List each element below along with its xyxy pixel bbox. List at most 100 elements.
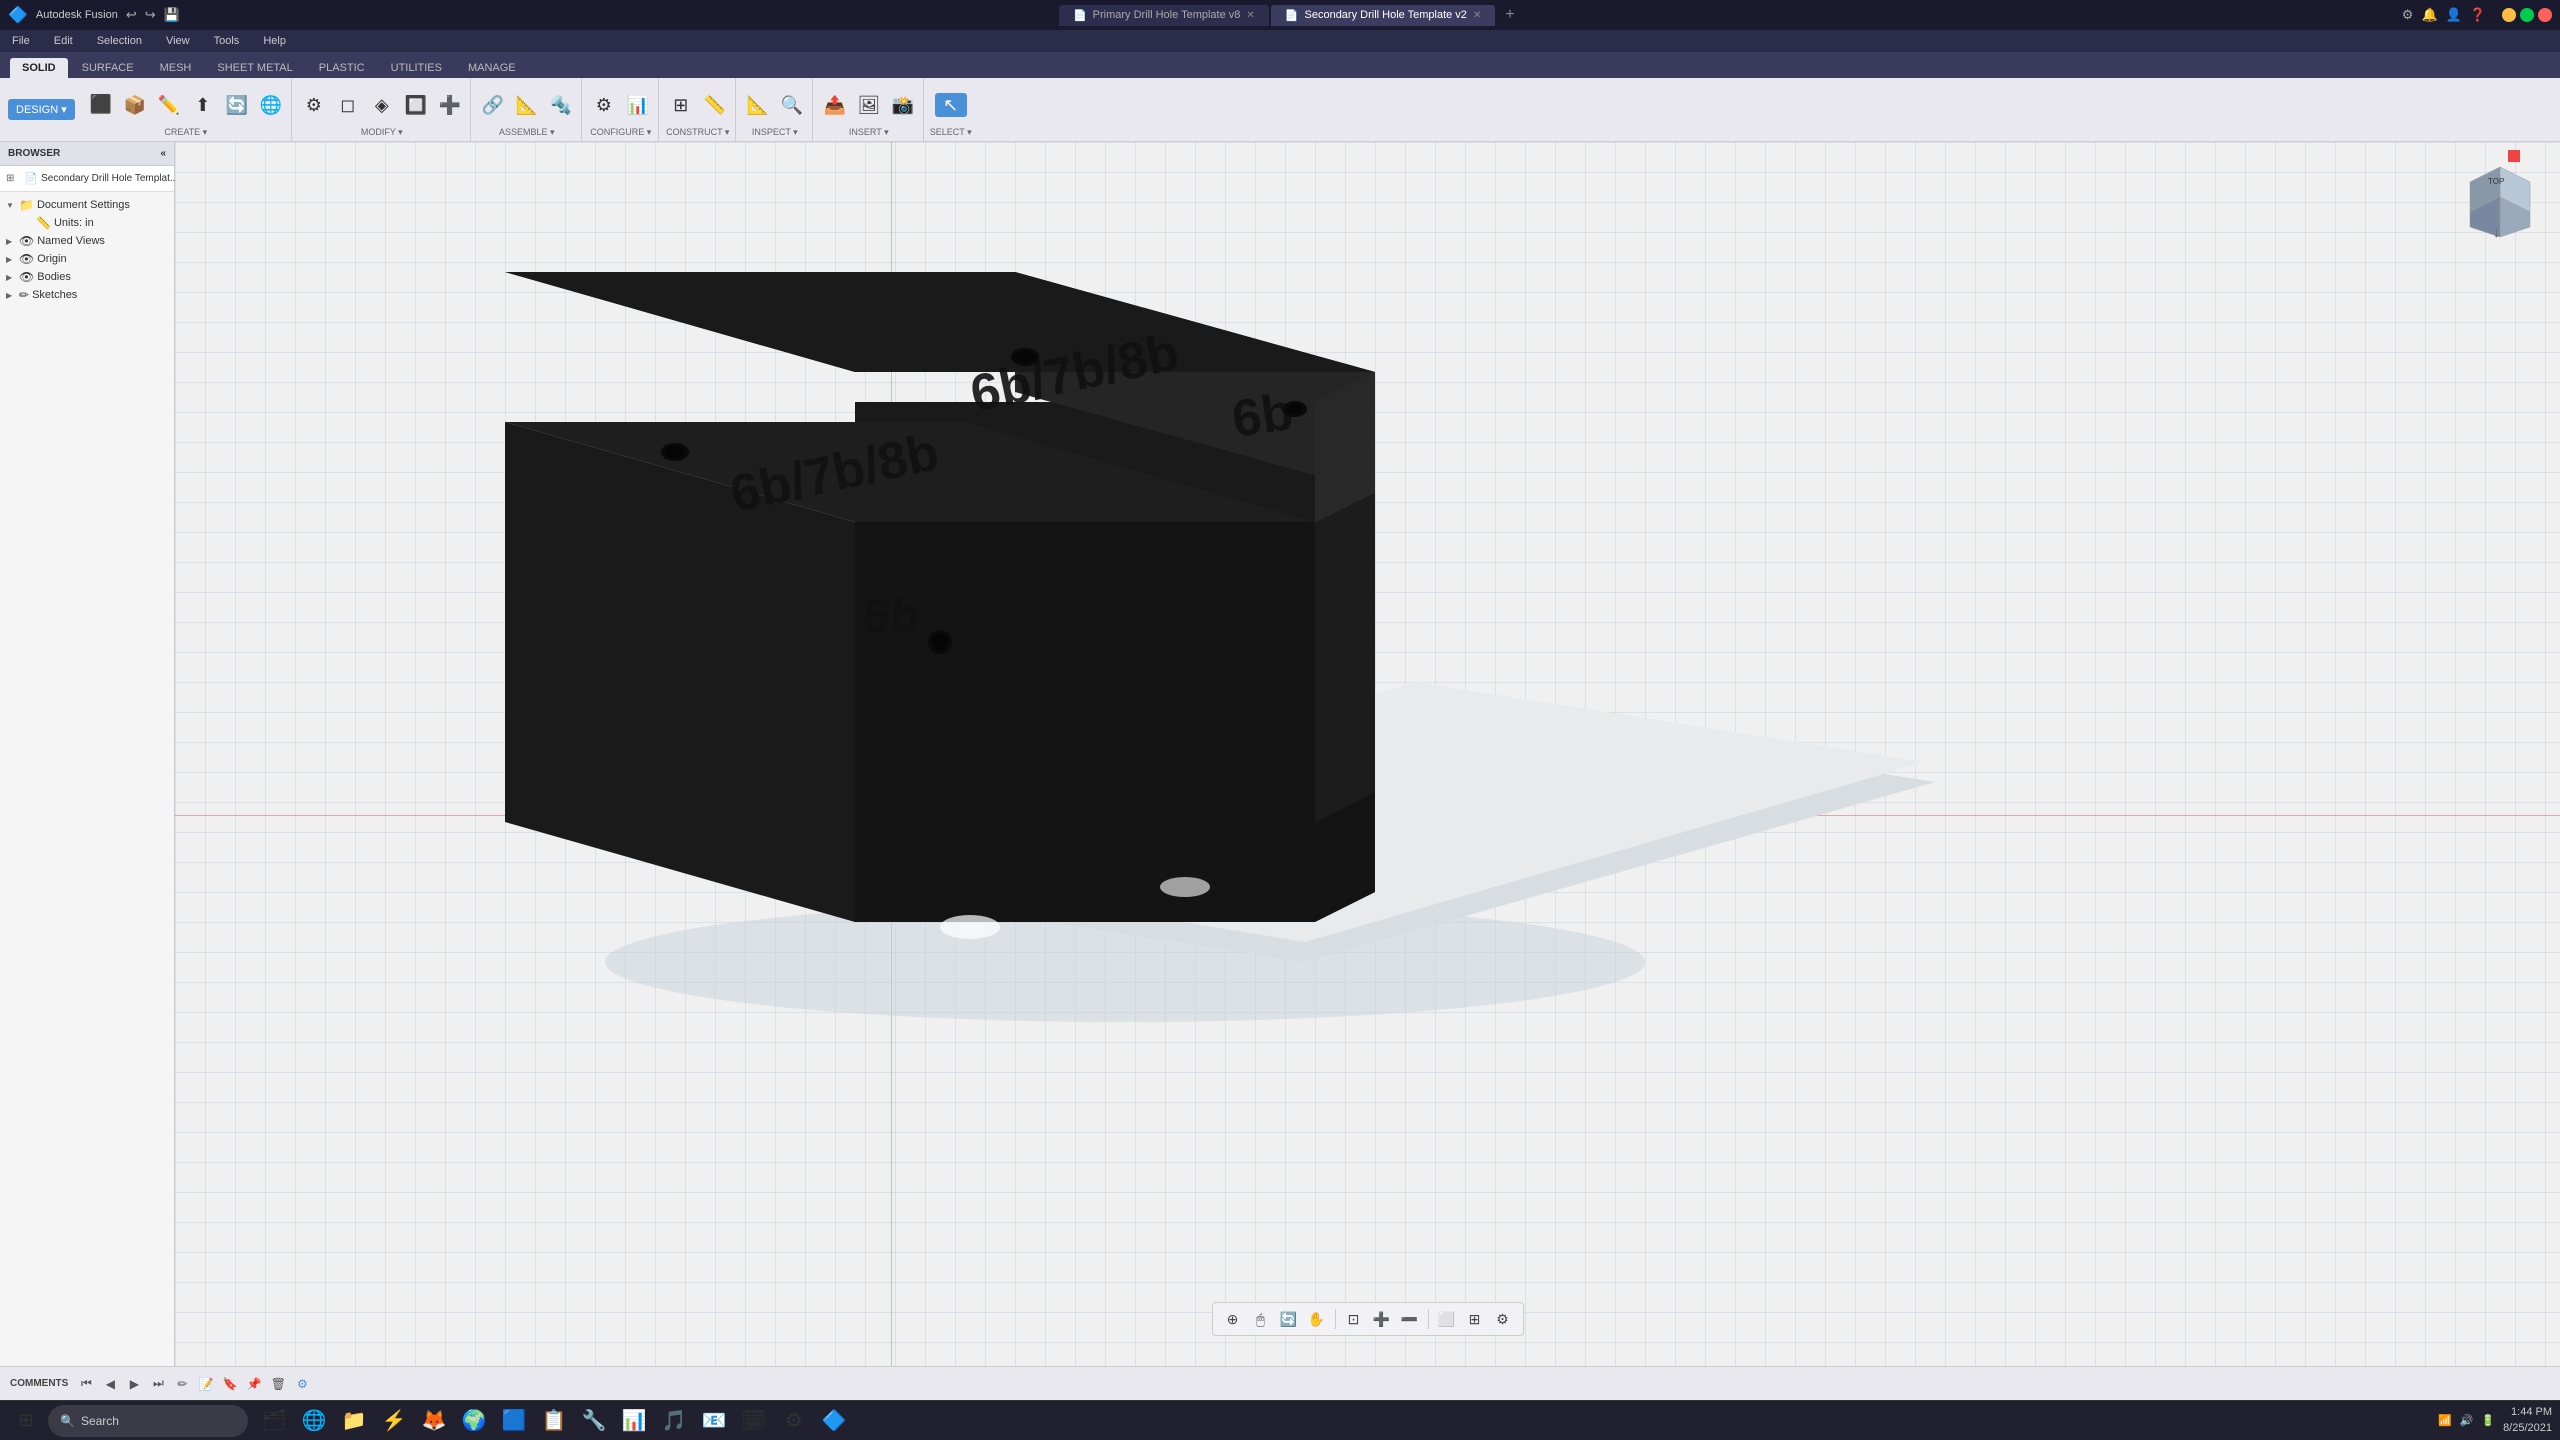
btn-configuration[interactable]: 📊 bbox=[622, 93, 654, 117]
vp-btn-snap[interactable]: ⊕ bbox=[1221, 1307, 1245, 1331]
btn-plane[interactable]: ⊞ bbox=[665, 93, 697, 117]
account-icon[interactable]: 👤 bbox=[2446, 7, 2462, 23]
btn-select[interactable]: ↖ bbox=[935, 93, 967, 117]
btn-create-form[interactable]: 📦 bbox=[119, 93, 151, 117]
btn-parameters[interactable]: ⚙ bbox=[588, 93, 620, 117]
btn-shell[interactable]: 🔲 bbox=[400, 93, 432, 117]
browser-collapse-btn[interactable]: « bbox=[160, 148, 166, 159]
battery-icon[interactable]: 🔋 bbox=[2481, 1414, 2495, 1427]
comment-play-btn[interactable]: ▶ bbox=[124, 1374, 144, 1394]
design-dropdown[interactable]: DESIGN ▾ bbox=[8, 99, 75, 120]
help-icon[interactable]: ❓ bbox=[2470, 7, 2486, 23]
comment-last-btn[interactable]: ⏭ bbox=[148, 1374, 168, 1394]
viewport[interactable]: 6b/7b/8b 6b/7b/8b 6b 6b bbox=[175, 142, 2560, 1366]
taskbar-app-settings[interactable]: ⚙ bbox=[776, 1403, 812, 1439]
tab-sheet-metal[interactable]: SHEET METAL bbox=[205, 58, 304, 78]
tab-secondary-close[interactable]: ✕ bbox=[1473, 10, 1481, 21]
vp-btn-zoom-fit[interactable]: ⊡ bbox=[1342, 1307, 1366, 1331]
tree-bodies[interactable]: ▶ 👁 Bodies bbox=[0, 268, 174, 286]
redo-btn[interactable]: ↪ bbox=[145, 7, 156, 23]
menu-help[interactable]: Help bbox=[259, 33, 290, 49]
btn-press-pull[interactable]: ⚙ bbox=[298, 93, 330, 117]
browser-tab-item[interactable]: 📄 Secondary Drill Hole Templat... bbox=[18, 170, 184, 187]
vp-btn-display[interactable]: ⬜ bbox=[1435, 1307, 1459, 1331]
menu-view[interactable]: View bbox=[162, 33, 194, 49]
menu-edit[interactable]: Edit bbox=[50, 33, 77, 49]
btn-revolve[interactable]: 🔄 bbox=[221, 93, 253, 117]
taskbar-app-chrome[interactable]: 🌍 bbox=[456, 1403, 492, 1439]
taskbar-app-firefox[interactable]: 🦊 bbox=[416, 1403, 452, 1439]
btn-measure[interactable]: 📐 bbox=[742, 93, 774, 117]
comment-first-btn[interactable]: ⏮ bbox=[76, 1374, 96, 1394]
btn-combine[interactable]: ➕ bbox=[434, 93, 466, 117]
btn-decal[interactable]: 📸 bbox=[887, 93, 919, 117]
tree-document-settings[interactable]: ▼ 📁 Document Settings bbox=[0, 196, 174, 214]
btn-asbuilt[interactable]: 📐 bbox=[511, 93, 543, 117]
btn-canvas[interactable]: 🖼 bbox=[853, 93, 885, 117]
vp-btn-zoom-in[interactable]: ➕ bbox=[1370, 1307, 1394, 1331]
comment-note-btn[interactable]: 📝 bbox=[196, 1374, 216, 1394]
expand-all-icon[interactable]: ⊞ bbox=[6, 173, 14, 184]
tree-named-views[interactable]: ▶ 👁 Named Views bbox=[0, 232, 174, 250]
taskbar-app-mail[interactable]: 📧 bbox=[696, 1403, 732, 1439]
tab-mesh[interactable]: MESH bbox=[148, 58, 204, 78]
volume-icon[interactable]: 🔊 bbox=[2460, 1414, 2474, 1427]
comment-bookmark-btn[interactable]: 🔖 bbox=[220, 1374, 240, 1394]
btn-motion[interactable]: 🔩 bbox=[545, 93, 577, 117]
tab-manage[interactable]: MANAGE bbox=[456, 58, 528, 78]
tab-primary-close[interactable]: ✕ bbox=[1246, 10, 1254, 21]
start-button[interactable]: ⊞ bbox=[8, 1403, 44, 1439]
vp-btn-pan[interactable]: ✋ bbox=[1305, 1307, 1329, 1331]
new-tab-btn[interactable]: + bbox=[1497, 6, 1522, 24]
taskbar-app-files[interactable]: 🗂 bbox=[256, 1403, 292, 1439]
taskbar-app-explorer[interactable]: 📁 bbox=[336, 1403, 372, 1439]
taskbar-search[interactable]: 🔍 Search bbox=[48, 1405, 248, 1437]
taskbar-app-music[interactable]: 🎵 bbox=[656, 1403, 692, 1439]
taskbar-app-calendar[interactable]: 🗓 bbox=[736, 1403, 772, 1439]
undo-btn[interactable]: ↩ bbox=[126, 7, 137, 23]
btn-fillet[interactable]: ◻ bbox=[332, 93, 364, 117]
taskbar-app-edge[interactable]: 🌐 bbox=[296, 1403, 332, 1439]
tab-secondary[interactable]: 📄 Secondary Drill Hole Template v2 ✕ bbox=[1271, 5, 1496, 26]
taskbar-app-teams[interactable]: 🟦 bbox=[496, 1403, 532, 1439]
btn-offset-plane[interactable]: 📏 bbox=[699, 93, 731, 117]
settings-icon[interactable]: ⚙ bbox=[2402, 7, 2414, 23]
tree-sketches[interactable]: ▶ ✏ Sketches bbox=[0, 286, 174, 304]
vp-btn-cursor[interactable]: 🖱 bbox=[1249, 1307, 1273, 1331]
taskbar-app-tools[interactable]: 🔧 bbox=[576, 1403, 612, 1439]
btn-joint[interactable]: 🔗 bbox=[477, 93, 509, 117]
vp-btn-settings[interactable]: ⚙ bbox=[1491, 1307, 1515, 1331]
tab-surface[interactable]: SURFACE bbox=[70, 58, 146, 78]
comment-settings-btn[interactable]: ⚙ bbox=[292, 1374, 312, 1394]
menu-selection[interactable]: Selection bbox=[93, 33, 146, 49]
vp-btn-orbit[interactable]: 🔄 bbox=[1277, 1307, 1301, 1331]
tab-primary[interactable]: 📄 Primary Drill Hole Template v8 ✕ bbox=[1059, 5, 1269, 26]
comment-edit-btn[interactable]: ✏ bbox=[172, 1374, 192, 1394]
comment-prev-btn[interactable]: ◀ bbox=[100, 1374, 120, 1394]
taskbar-app-excel[interactable]: 📊 bbox=[616, 1403, 652, 1439]
btn-sketch[interactable]: ✏️ bbox=[153, 93, 185, 117]
tree-origin[interactable]: ▶ 👁 Origin bbox=[0, 250, 174, 268]
save-btn[interactable]: 💾 bbox=[164, 7, 180, 23]
btn-create-more[interactable]: 🌐 bbox=[255, 93, 287, 117]
tab-utilities[interactable]: UTILITIES bbox=[379, 58, 454, 78]
btn-insert[interactable]: 📤 bbox=[819, 93, 851, 117]
menu-file[interactable]: File bbox=[8, 33, 34, 49]
nav-cube[interactable]: TOP ↓ bbox=[2460, 162, 2540, 242]
btn-interference[interactable]: 🔍 bbox=[776, 93, 808, 117]
comment-pin-btn[interactable]: 📌 bbox=[244, 1374, 264, 1394]
tab-solid[interactable]: SOLID bbox=[10, 58, 68, 78]
comment-delete-btn[interactable]: 🗑 bbox=[268, 1374, 288, 1394]
btn-chamfer[interactable]: ◈ bbox=[366, 93, 398, 117]
taskbar-clock[interactable]: 1:44 PM 8/25/2021 bbox=[2503, 1405, 2552, 1436]
menu-tools[interactable]: Tools bbox=[210, 33, 244, 49]
taskbar-app-terminal[interactable]: ⚡ bbox=[376, 1403, 412, 1439]
vp-btn-zoom-out[interactable]: ➖ bbox=[1398, 1307, 1422, 1331]
btn-extrude[interactable]: ⬆ bbox=[187, 93, 219, 117]
btn-new-component[interactable]: ⬛ bbox=[85, 92, 117, 117]
minimize-button[interactable] bbox=[2502, 8, 2516, 22]
network-icon[interactable]: 📶 bbox=[2438, 1414, 2452, 1427]
taskbar-app-fusion[interactable]: 🔷 bbox=[816, 1403, 852, 1439]
taskbar-app-notes[interactable]: 📋 bbox=[536, 1403, 572, 1439]
close-button[interactable] bbox=[2538, 8, 2552, 22]
